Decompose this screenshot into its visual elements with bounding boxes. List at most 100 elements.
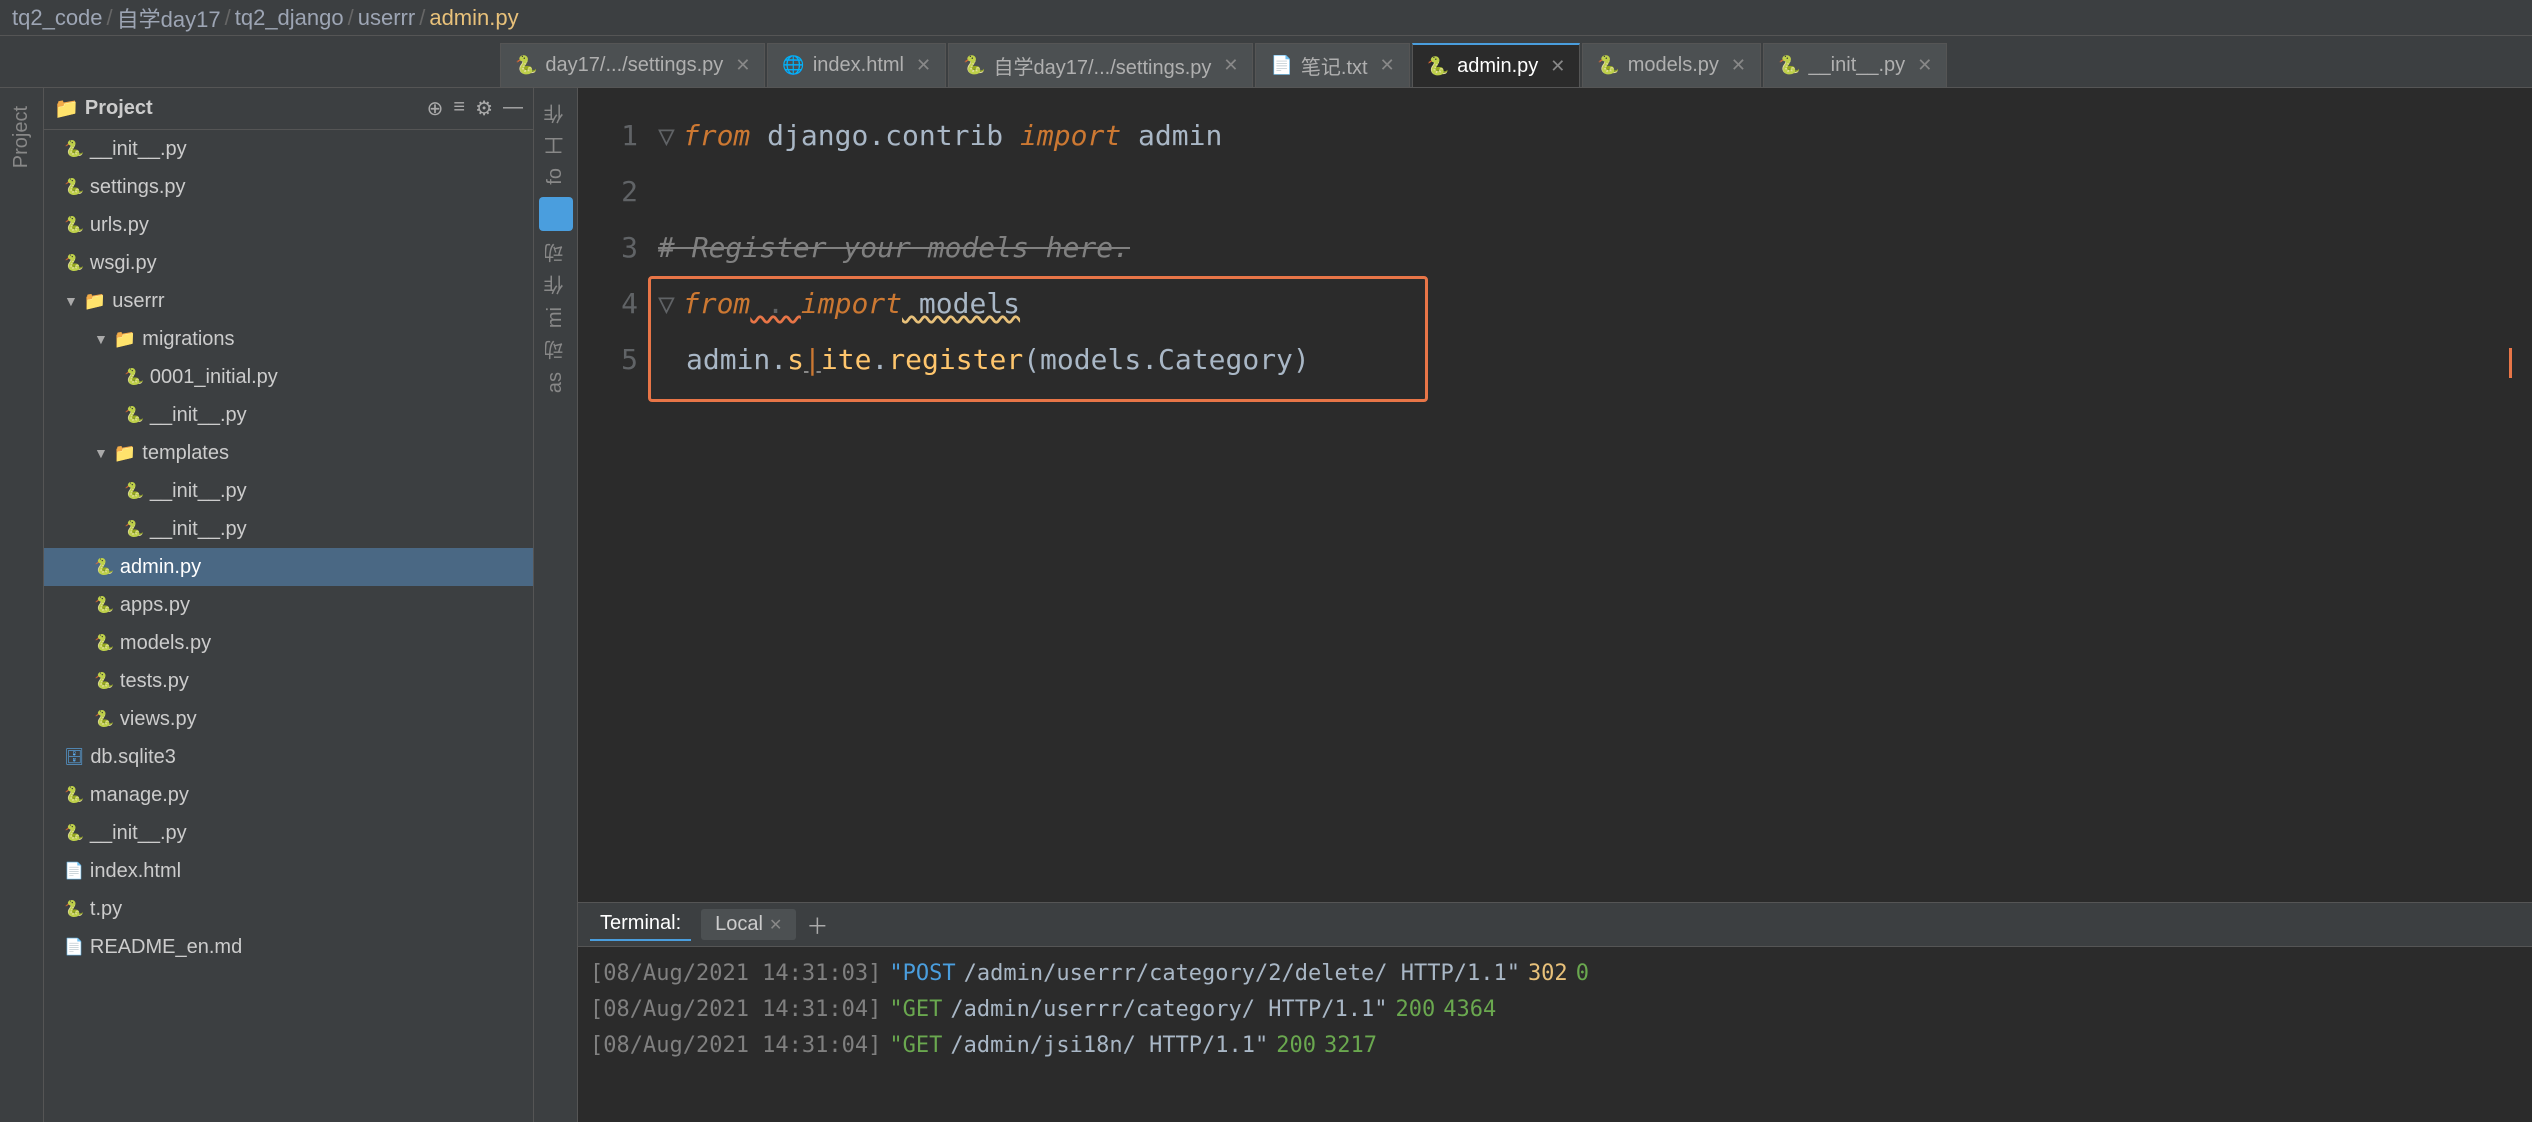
terminal-add-button[interactable]: ＋ — [806, 909, 828, 941]
side-label-project: Project — [10, 98, 33, 176]
side-strip: Project — [0, 88, 44, 1122]
file-name: views.py — [120, 708, 197, 731]
tree-folder-userrr[interactable]: ▼ 📁 userrr — [44, 282, 533, 320]
html-file-icon: 📄 — [64, 861, 84, 881]
tab-close[interactable]: ✕ — [1731, 55, 1746, 76]
log-line: [08/Aug/2021 14:31:03] "POST /admin/user… — [590, 955, 2520, 991]
file-name: __init__.py — [150, 404, 247, 427]
py-file-icon: 🐍 — [64, 139, 84, 159]
code-line-1: ▽ from django.contrib import admin — [658, 108, 2532, 164]
log-method: "POST — [889, 961, 955, 986]
tab-admin-py[interactable]: 🐍 admin.py ✕ — [1412, 43, 1581, 87]
tree-item[interactable]: 🐍 settings.py — [44, 168, 533, 206]
line-numbers: 1 2 3 4 5 — [578, 108, 658, 882]
terminal-tab-bar: Terminal: Local ✕ ＋ — [578, 903, 2532, 947]
breadcrumb-bar: tq2_code / 自学day17 / tq2_django / userrr… — [0, 0, 2532, 36]
tab-models-py[interactable]: 🐍 models.py ✕ — [1582, 43, 1761, 87]
tree-item[interactable]: 🐍 apps.py — [44, 586, 533, 624]
add-icon[interactable]: ⊕ — [427, 96, 444, 121]
folder-name: migrations — [142, 328, 234, 351]
minimize-icon[interactable]: — — [503, 96, 523, 121]
folder-icon: 📁 — [54, 96, 79, 121]
breadcrumb-item[interactable]: tq2_code — [12, 5, 103, 31]
tree-folder-templates[interactable]: ▼ 📁 templates — [44, 434, 533, 472]
py-icon: 🐍 — [963, 55, 985, 76]
dot2: . — [871, 332, 888, 388]
tree-item[interactable]: 🐍 0001_initial.py — [44, 358, 533, 396]
py-file-icon: 🐍 — [64, 253, 84, 273]
code-line-5: admin . s | ite . register ( models . Ca… — [658, 332, 2532, 388]
tab-day17-settings[interactable]: 🐍 day17/.../settings.py ✕ — [500, 43, 765, 87]
terminal-area: Terminal: Local ✕ ＋ [08/Aug/2021 14:31:0… — [578, 902, 2532, 1122]
file-name: __init__.py — [150, 518, 247, 541]
tree-item[interactable]: 🗄 db.sqlite3 — [44, 738, 533, 776]
tree-item[interactable]: 🐍 __init__.py — [44, 510, 533, 548]
side-label: 作 — [541, 98, 570, 130]
cursor-bar: | — [804, 332, 821, 388]
py-file-icon: 🐍 — [64, 899, 84, 919]
tree-item[interactable]: 🐍 __init__.py — [44, 814, 533, 852]
file-name: README_en.md — [90, 936, 242, 959]
log-size: 3217 — [1324, 1033, 1377, 1058]
space — [1003, 108, 1020, 164]
log-method: "GET — [889, 997, 942, 1022]
tab-close[interactable]: ✕ — [1223, 55, 1238, 76]
terminal-local-tab[interactable]: Local ✕ — [701, 909, 796, 940]
tab-index-html[interactable]: 🌐 index.html ✕ — [767, 43, 946, 87]
tree-item[interactable]: 📄 index.html — [44, 852, 533, 890]
tree-item[interactable]: 🐍 __init__.py — [44, 396, 533, 434]
tree-item[interactable]: 🐍 manage.py — [44, 776, 533, 814]
py-file-icon: 🐍 — [64, 177, 84, 197]
side-label-active[interactable] — [539, 197, 573, 231]
tab-label: 笔记.txt — [1301, 51, 1368, 80]
tab-bar: 🐍 day17/.../settings.py ✕ 🌐 index.html ✕… — [0, 36, 2532, 88]
tree-header-icons: ⊕ ≡ ⚙ — — [427, 96, 523, 121]
tree-item[interactable]: 🐍 models.py — [44, 624, 533, 662]
keyword-from: from — [683, 276, 750, 332]
tab-close[interactable]: ✕ — [735, 55, 750, 76]
right-side-strip: 作 工 fo 动 作 mi 动 as — [534, 88, 578, 1122]
tree-item[interactable]: 🐍 t.py — [44, 890, 533, 928]
breadcrumb-item[interactable]: 自学day17 — [117, 2, 221, 34]
tab-close[interactable]: ✕ — [1550, 56, 1565, 77]
collapse-icon[interactable]: ≡ — [453, 96, 465, 121]
tree-item[interactable]: 🐍 views.py — [44, 700, 533, 738]
tree-item[interactable]: 📄 README_en.md — [44, 928, 533, 966]
tab-close[interactable]: ✕ — [1917, 55, 1932, 76]
paren-close: ) — [1293, 332, 1310, 388]
tab-label: day17/.../settings.py — [545, 54, 723, 77]
tree-item[interactable]: 🐍 tests.py — [44, 662, 533, 700]
breadcrumb-item[interactable]: userrr — [358, 5, 415, 31]
code-content[interactable]: 1 2 3 4 5 ▽ from django.contrib import — [578, 88, 2532, 902]
py-file-icon: 🐍 — [94, 595, 114, 615]
py-file-icon: 🐍 — [124, 405, 144, 425]
tab-close[interactable]: ✕ — [1380, 55, 1395, 76]
py-file-icon: 🐍 — [94, 709, 114, 729]
class-ref: Category — [1158, 332, 1293, 388]
tree-item[interactable]: 🐍 __init__.py — [44, 130, 533, 168]
code-lines[interactable]: ▽ from django.contrib import admin # Reg… — [658, 108, 2532, 882]
tree-item[interactable]: 🐍 __init__.py — [44, 472, 533, 510]
file-name: __init__.py — [150, 480, 247, 503]
log-line: [08/Aug/2021 14:31:04] "GET /admin/userr… — [590, 991, 2520, 1027]
tree-item[interactable]: 🐍 wsgi.py — [44, 244, 533, 282]
comment: # Register your models here. — [658, 220, 1130, 276]
tab-notes[interactable]: 📄 笔记.txt ✕ — [1255, 43, 1409, 87]
tab-init-py[interactable]: 🐍 __init__.py ✕ — [1763, 43, 1947, 87]
breadcrumb-item[interactable]: tq2_django — [235, 5, 344, 31]
code-indent: admin — [686, 332, 770, 388]
code-line-3: # Register your models here. — [658, 220, 2532, 276]
tree-item[interactable]: 🐍 urls.py — [44, 206, 533, 244]
settings-icon[interactable]: ⚙ — [475, 96, 493, 121]
py-icon: 🐍 — [515, 55, 537, 76]
tab-zixue-settings[interactable]: 🐍 自学day17/.../settings.py ✕ — [948, 43, 1253, 87]
arrow-down-icon: ▼ — [94, 331, 108, 347]
log-timestamp: [08/Aug/2021 14:31:03] — [590, 961, 881, 986]
tree-item-admin-py[interactable]: 🐍 admin.py — [44, 548, 533, 586]
tree-folder-migrations[interactable]: ▼ 📁 migrations — [44, 320, 533, 358]
tab-close[interactable]: ✕ — [916, 55, 931, 76]
folder-name: userrr — [112, 290, 164, 313]
breadcrumb-item-active[interactable]: admin.py — [429, 5, 518, 31]
py-icon: 🐍 — [1427, 56, 1449, 77]
close-icon[interactable]: ✕ — [769, 915, 782, 935]
